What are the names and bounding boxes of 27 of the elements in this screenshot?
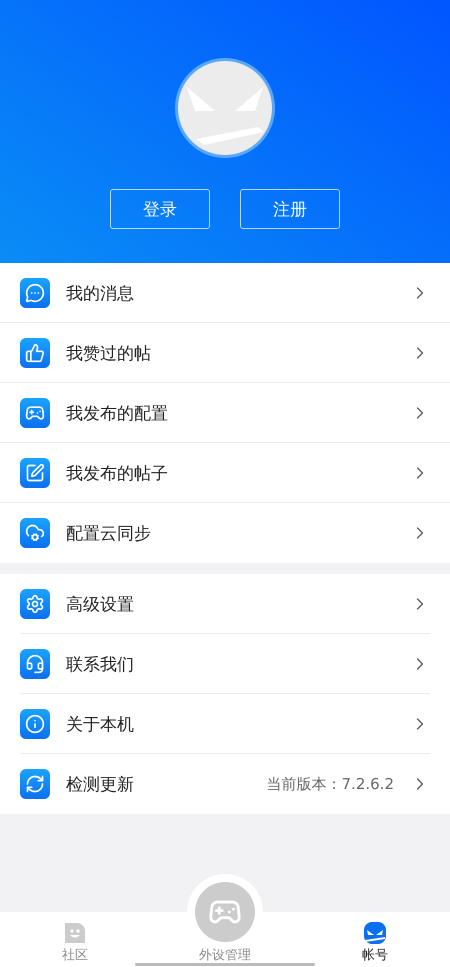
gamepad-icon <box>20 398 50 428</box>
menu-item-label[interactable]: 我的消息 <box>66 282 410 304</box>
menu-item-label[interactable]: 关于本机 <box>66 712 410 736</box>
tab-label[interactable]: 外设管理 <box>199 946 251 964</box>
menu-item-label[interactable]: 高级设置 <box>66 592 410 616</box>
info-icon <box>20 709 50 739</box>
cloud-sync-icon <box>20 518 50 548</box>
menu-item-label[interactable]: 检测更新 <box>66 772 267 796</box>
gamepad-icon[interactable] <box>195 882 255 942</box>
menu-item-label[interactable]: 我赞过的帖 <box>66 342 410 364</box>
edit-icon <box>20 458 50 488</box>
menu-item-label[interactable]: 我发布的帖子 <box>66 462 410 484</box>
menu-item-label[interactable]: 联系我们 <box>66 652 410 676</box>
login-button[interactable]: 登录 <box>110 189 210 229</box>
refresh-icon <box>20 769 50 799</box>
version-text: 当前版本：7.2.6.2 <box>266 774 394 794</box>
headset-icon <box>20 649 50 679</box>
menu-item-label[interactable]: 配置云同步 <box>66 522 410 544</box>
register-button[interactable]: 注册 <box>240 189 340 229</box>
settings-icon <box>20 589 50 619</box>
mask-icon <box>362 920 388 946</box>
thumbs-up-icon <box>20 338 50 368</box>
smiley-icon <box>62 920 88 946</box>
chat-bubble-icon <box>20 278 50 308</box>
menu-item-label[interactable]: 我发布的配置 <box>66 402 410 424</box>
tab-label[interactable]: 社区 <box>62 946 88 964</box>
tab-label[interactable]: 帐号 <box>362 946 388 964</box>
